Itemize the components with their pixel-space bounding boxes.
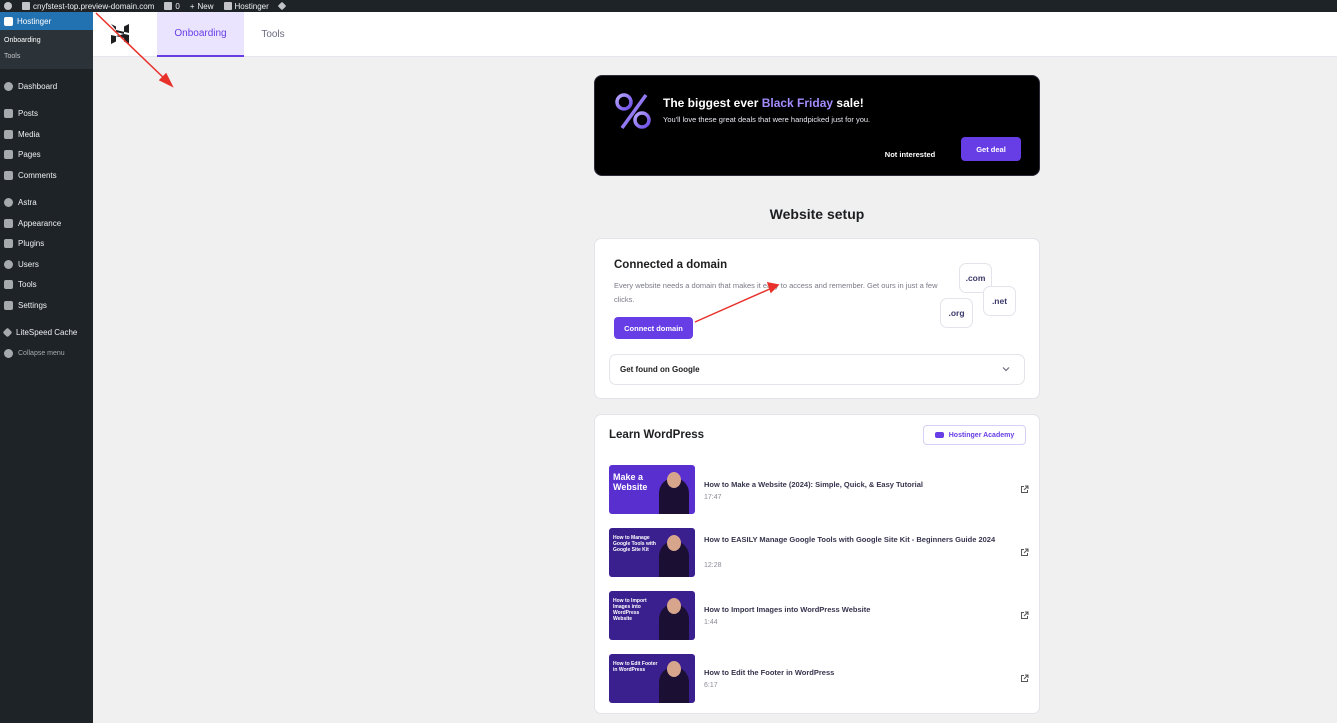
not-interested-button[interactable]: Not interested (875, 142, 945, 166)
plug-icon (4, 239, 13, 249)
external-link-icon[interactable] (1020, 674, 1029, 683)
site-name-link[interactable]: cnyfstest-top.preview-domain.com (22, 2, 154, 11)
video-item[interactable]: Make a Website How to Make a Website (20… (609, 465, 1029, 515)
connect-domain-button[interactable]: Connect domain (614, 317, 693, 339)
sidebar-subitem-tools[interactable]: Tools (0, 49, 93, 65)
hostinger-academy-button[interactable]: Hostinger Academy (923, 425, 1026, 445)
sidebar-item-media[interactable]: Media (0, 124, 93, 145)
comments-link[interactable]: 0 (164, 2, 180, 11)
pin-icon (4, 109, 13, 119)
sidebar-subitem-onboarding[interactable]: Onboarding (0, 33, 93, 49)
chevron-down-icon (1002, 367, 1010, 372)
video-duration: 17:47 (704, 494, 722, 501)
video-title: How to Make a Website (2024): Simple, Qu… (704, 480, 923, 489)
learn-wordpress-title: Learn WordPress (609, 429, 705, 441)
new-content-link[interactable]: + New (190, 2, 214, 11)
hostinger-top-nav: Onboarding Tools (93, 12, 1337, 57)
domain-card-text: Every website needs a domain that makes … (614, 281, 938, 304)
video-item[interactable]: How to Manage Google Tools with Google S… (609, 528, 1029, 578)
hostinger-logo-icon (111, 24, 129, 44)
domain-card: Connected a domain Every website needs a… (594, 238, 1040, 399)
hostinger-logo-icon (223, 2, 232, 10)
get-found-on-google-accordion[interactable]: Get found on Google (609, 354, 1025, 385)
external-link-icon[interactable] (1020, 548, 1029, 557)
pages-icon (4, 150, 13, 160)
tab-tools[interactable]: Tools (249, 12, 297, 57)
sidebar-item-posts[interactable]: Posts (0, 104, 93, 125)
video-duration: 12:28 (704, 562, 722, 569)
tld-net-badge: .net (983, 286, 1016, 316)
sidebar-item-dashboard[interactable]: Dashboard (0, 76, 93, 97)
wordpress-logo-icon[interactable] (4, 2, 12, 10)
video-title: How to Edit the Footer in WordPress (704, 668, 835, 677)
hostinger-logo-icon (4, 16, 13, 26)
wrench-icon (4, 280, 13, 290)
get-deal-button[interactable]: Get deal (961, 137, 1021, 161)
sidebar-item-litespeed-cache[interactable]: LiteSpeed Cache (0, 323, 93, 344)
collapse-icon (4, 348, 13, 358)
video-thumbnail: Make a Website (609, 465, 695, 514)
sidebar-item-hostinger[interactable]: Hostinger (0, 12, 98, 30)
page-title: Website setup (769, 206, 865, 222)
video-thumbnail: How to Edit Footer in WordPress (609, 654, 695, 703)
tld-org-badge: .org (940, 298, 973, 328)
admin-sidebar: Hostinger Onboarding Tools Dashboard Pos… (0, 12, 98, 723)
media-icon (4, 129, 13, 139)
plus-icon: + (189, 1, 195, 11)
video-title: How to Import Images into WordPress Webs… (704, 605, 871, 614)
astra-icon (4, 198, 13, 208)
comments-icon (4, 170, 13, 180)
domain-card-title: Connected a domain (614, 259, 728, 271)
video-duration: 1:44 (704, 619, 718, 626)
sidebar-item-comments[interactable]: Comments (0, 165, 93, 186)
diamond-icon (2, 327, 13, 338)
hostinger-adminbar-link[interactable]: Hostinger (223, 2, 269, 11)
sidebar-submenu: Onboarding Tools (0, 30, 93, 69)
video-item[interactable]: How to Import Images into WordPress Webs… (609, 591, 1029, 641)
admin-bar: cnyfstest-top.preview-domain.com 0 + New… (0, 0, 1337, 12)
external-link-icon[interactable] (1020, 485, 1029, 494)
black-friday-banner: The biggest ever Black Friday sale! You'… (594, 75, 1040, 176)
learn-wordpress-card: Learn WordPress Hostinger Academy Make a… (594, 414, 1040, 714)
video-title: How to EASILY Manage Google Tools with G… (704, 535, 996, 544)
sidebar-item-tools[interactable]: Tools (0, 275, 93, 296)
sidebar-item-settings[interactable]: Settings (0, 295, 93, 316)
promo-subtitle: You'll love these great deals that were … (663, 115, 871, 124)
collapse-menu-button[interactable]: Collapse menu (0, 343, 93, 364)
promo-title: The biggest ever Black Friday sale! (663, 96, 864, 110)
video-item[interactable]: How to Edit Footer in WordPress How to E… (609, 654, 1029, 704)
video-thumbnail: How to Manage Google Tools with Google S… (609, 528, 695, 577)
external-link-icon[interactable] (1020, 611, 1029, 620)
diamond-icon (277, 1, 287, 11)
percent-icon (615, 93, 651, 130)
youtube-icon (934, 432, 944, 438)
tab-onboarding[interactable]: Onboarding (157, 12, 244, 57)
litespeed-adminbar-link[interactable] (277, 1, 287, 11)
comment-bubble-icon (164, 2, 173, 10)
sidebar-item-users[interactable]: Users (0, 254, 93, 275)
video-duration: 6:17 (704, 682, 718, 689)
brush-icon (4, 218, 13, 228)
sidebar-item-appearance[interactable]: Appearance (0, 213, 93, 234)
sidebar-item-astra[interactable]: Astra (0, 193, 93, 214)
sidebar-item-pages[interactable]: Pages (0, 145, 93, 166)
settings-icon (4, 300, 13, 310)
sidebar-item-plugins[interactable]: Plugins (0, 234, 93, 255)
video-thumbnail: How to Import Images into WordPress Webs… (609, 591, 695, 640)
user-icon (4, 259, 13, 269)
dashboard-icon (4, 81, 13, 91)
home-icon (22, 2, 30, 10)
